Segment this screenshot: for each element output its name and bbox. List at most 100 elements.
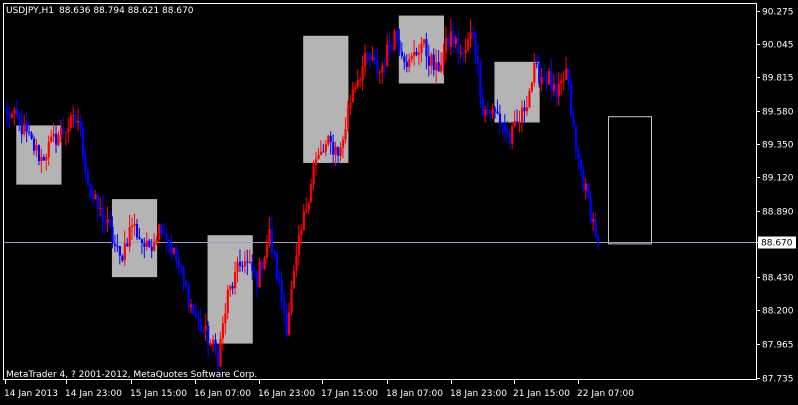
candle-body bbox=[567, 68, 570, 84]
candle-body bbox=[108, 218, 112, 227]
candle-body bbox=[425, 39, 428, 57]
candle-body bbox=[444, 38, 448, 53]
candle-body bbox=[138, 237, 141, 240]
candle-body bbox=[241, 265, 244, 267]
candle-body bbox=[153, 241, 156, 251]
candle-body bbox=[518, 122, 521, 124]
candle-body bbox=[72, 114, 75, 116]
candle-body bbox=[148, 240, 151, 247]
candle-body bbox=[246, 261, 249, 263]
candle-body bbox=[457, 38, 460, 54]
candle-body bbox=[216, 350, 220, 367]
candle-body bbox=[494, 108, 497, 112]
candle-body bbox=[10, 113, 14, 118]
y-tick-label: 87.965 bbox=[762, 341, 794, 351]
candle-body bbox=[297, 235, 301, 256]
candle-body bbox=[113, 243, 117, 246]
candle-body bbox=[226, 289, 229, 314]
candle-body bbox=[481, 97, 484, 116]
candle-body bbox=[410, 56, 413, 60]
candle-body bbox=[150, 246, 153, 251]
candle-body bbox=[366, 52, 369, 54]
candle-body bbox=[248, 261, 251, 263]
candle-body bbox=[378, 72, 381, 74]
candle-body bbox=[189, 304, 193, 308]
candle-body bbox=[427, 56, 430, 66]
candle-body bbox=[501, 123, 504, 127]
candle-body bbox=[47, 141, 50, 158]
candle-body bbox=[256, 271, 259, 287]
candle-body bbox=[207, 325, 210, 346]
candle-body bbox=[449, 31, 453, 47]
candle-body bbox=[346, 108, 350, 130]
candle-body bbox=[413, 51, 416, 57]
candle-body bbox=[523, 107, 526, 112]
candle-body bbox=[160, 224, 163, 234]
candle-body bbox=[496, 111, 499, 114]
candle-body bbox=[403, 56, 406, 62]
chart-window[interactable]: 90.275 90.045 89.815 89.580 89.350 89.120 88.8… bbox=[0, 0, 798, 400]
candle-body bbox=[513, 121, 516, 127]
candle-body bbox=[503, 126, 507, 132]
candle-body bbox=[133, 223, 136, 226]
candle-body bbox=[361, 66, 364, 80]
candle-body bbox=[543, 77, 546, 80]
candle-body bbox=[489, 111, 492, 115]
candle-body bbox=[278, 278, 281, 281]
candle-body bbox=[288, 312, 291, 335]
candle-body bbox=[268, 229, 271, 245]
candle-body bbox=[535, 63, 538, 65]
candle-body bbox=[116, 245, 119, 247]
candle-body bbox=[177, 260, 180, 267]
x-tick-label: 22 Jan 07:00 bbox=[577, 389, 634, 399]
candle-body bbox=[20, 119, 23, 135]
candle-body bbox=[261, 261, 264, 270]
ohlc-values: 88.636 88.794 88.621 88.670 bbox=[59, 6, 194, 16]
candle-body bbox=[351, 88, 354, 103]
x-tick-label: 16 Jan 23:00 bbox=[258, 389, 315, 399]
candle-body bbox=[447, 38, 450, 47]
candle-body bbox=[452, 31, 455, 45]
candle-body bbox=[579, 158, 583, 171]
candle-body bbox=[57, 135, 60, 145]
candle-body bbox=[243, 261, 247, 267]
candle-body bbox=[131, 225, 134, 228]
candle-body bbox=[13, 109, 16, 114]
candle-body bbox=[368, 53, 372, 60]
y-tick-label: 90.275 bbox=[762, 8, 794, 18]
candle-body bbox=[77, 121, 80, 123]
candle-body bbox=[111, 226, 114, 244]
candle-body bbox=[391, 49, 394, 51]
y-tick-label: 89.580 bbox=[762, 108, 794, 118]
candle-body bbox=[324, 144, 327, 152]
price-chart[interactable]: 90.275 90.045 89.815 89.580 89.350 89.120 88.8… bbox=[0, 0, 798, 400]
x-tick-label: 15 Jan 15:00 bbox=[130, 389, 187, 399]
candle-body bbox=[422, 39, 426, 44]
candle-body bbox=[94, 194, 97, 200]
candle-body bbox=[329, 135, 332, 142]
candle-body bbox=[59, 127, 63, 136]
candle-body bbox=[508, 133, 511, 144]
candle-body bbox=[258, 261, 261, 287]
candle-body bbox=[520, 107, 524, 123]
candle-body bbox=[231, 286, 234, 289]
candle-body bbox=[442, 52, 445, 65]
candle-body bbox=[484, 109, 487, 116]
candle-body bbox=[187, 286, 190, 308]
x-tick-label: 14 Jan 23:00 bbox=[65, 389, 122, 399]
candle-body bbox=[162, 233, 166, 235]
candle-body bbox=[547, 71, 551, 85]
candle-body bbox=[415, 51, 418, 55]
candle-body bbox=[280, 280, 283, 302]
candle-body bbox=[322, 151, 325, 153]
candle-body bbox=[175, 247, 178, 261]
candle-body bbox=[557, 83, 560, 97]
candle-body bbox=[430, 54, 433, 66]
candle-body bbox=[118, 246, 122, 256]
candle-body bbox=[145, 240, 148, 247]
candle-body bbox=[128, 227, 131, 247]
candle-body bbox=[185, 280, 188, 287]
candle-body bbox=[170, 243, 173, 254]
candle-body bbox=[69, 115, 72, 129]
candle-body bbox=[464, 49, 467, 53]
